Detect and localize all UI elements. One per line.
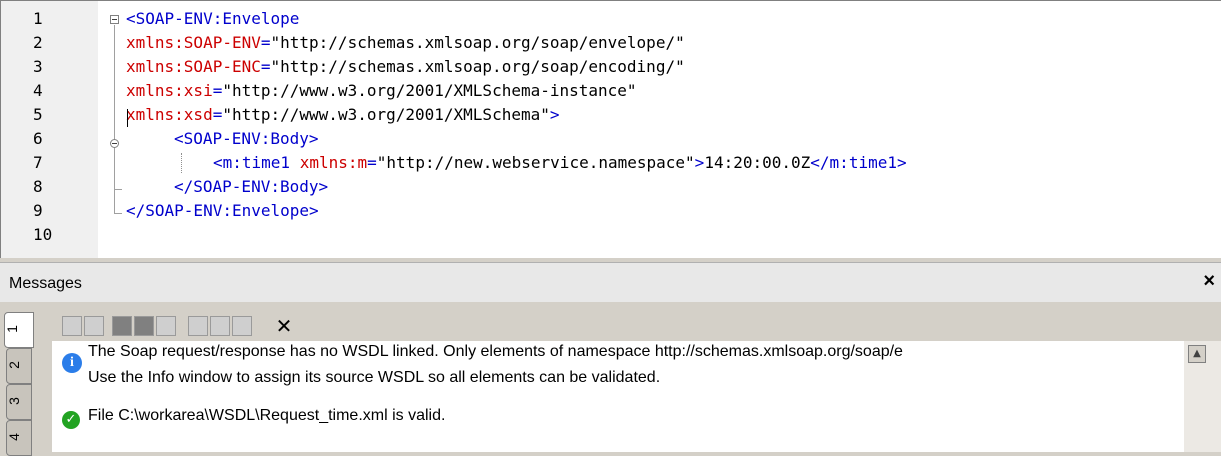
messages-scrollbar[interactable]: ▲ — [1184, 341, 1221, 452]
next-message-icon[interactable] — [62, 316, 82, 336]
line-number: 5 — [33, 105, 43, 124]
code-line-2: xmlns:SOAP-ENV="http://schemas.xmlsoap.o… — [126, 33, 685, 52]
line-number: 7 — [33, 153, 43, 172]
tab-3[interactable]: 3 — [6, 384, 32, 420]
code-line-9: </SOAP-ENV:Envelope> — [126, 201, 319, 220]
code-line-5: xmlns:xsd="http://www.w3.org/2001/XMLSch… — [126, 105, 560, 124]
message-tabs: 1 2 3 4 — [0, 312, 40, 456]
line-number: 8 — [33, 177, 43, 196]
messages-title: Messages — [9, 275, 82, 292]
code-line-1: <SOAP-ENV:Envelope — [126, 9, 300, 28]
clear-messages-button[interactable]: ✕ — [274, 316, 294, 336]
info-icon: i — [62, 353, 82, 373]
close-messages-button[interactable]: × — [1203, 270, 1215, 293]
line-number-gutter: 1 2 3 4 5 6 7 8 9 10 — [1, 1, 98, 258]
previous-message-icon[interactable] — [84, 316, 104, 336]
code-line-7: <m:time1 xmlns:m="http://new.webservice.… — [213, 153, 907, 172]
line-number: 3 — [33, 57, 43, 76]
copy-message-icon[interactable] — [112, 316, 132, 336]
line-number: 4 — [33, 81, 43, 100]
fold-toggle-icon[interactable] — [110, 15, 119, 24]
fold-guide — [114, 25, 115, 213]
code-line-8: </SOAP-ENV:Body> — [174, 177, 329, 196]
messages-header: Messages × — [0, 262, 1221, 303]
scroll-up-button[interactable]: ▲ — [1188, 345, 1206, 363]
messages-list: i The Soap request/response has no WSDL … — [52, 341, 1184, 452]
tab-2[interactable]: 2 — [6, 348, 32, 384]
fold-guide-end — [114, 213, 122, 214]
xml-editor[interactable]: 1 2 3 4 5 6 7 8 9 10 <SOAP-ENV:Envelope … — [0, 0, 1221, 258]
find-previous-icon[interactable] — [210, 316, 230, 336]
copy-all-messages-icon[interactable] — [156, 316, 176, 336]
tab-1[interactable]: 1 — [4, 312, 34, 348]
code-line-3: xmlns:SOAP-ENC="http://schemas.xmlsoap.o… — [126, 57, 685, 76]
fold-guide-end — [114, 189, 122, 190]
find-next-icon[interactable] — [232, 316, 252, 336]
code-line-6: <SOAP-ENV:Body> — [174, 129, 319, 148]
line-number: 2 — [33, 33, 43, 52]
text-cursor — [127, 109, 128, 127]
code-line-4: xmlns:xsi="http://www.w3.org/2001/XMLSch… — [126, 81, 637, 100]
check-success-icon: ✓ — [62, 411, 80, 429]
copy-all-icon[interactable] — [134, 316, 154, 336]
line-number: 6 — [33, 129, 43, 148]
find-icon[interactable] — [188, 316, 208, 336]
fold-toggle-icon[interactable] — [110, 139, 119, 148]
line-number: 9 — [33, 201, 43, 220]
line-number: 10 — [33, 225, 53, 244]
message-line[interactable]: File C:\workarea\WSDL\Request_time.xml i… — [88, 407, 445, 425]
line-number: 1 — [33, 9, 43, 28]
message-line[interactable]: The Soap request/response has no WSDL li… — [88, 343, 903, 361]
indent-guide — [181, 153, 182, 173]
tab-4[interactable]: 4 — [6, 420, 32, 456]
message-line[interactable]: Use the Info window to assign its source… — [88, 369, 660, 387]
